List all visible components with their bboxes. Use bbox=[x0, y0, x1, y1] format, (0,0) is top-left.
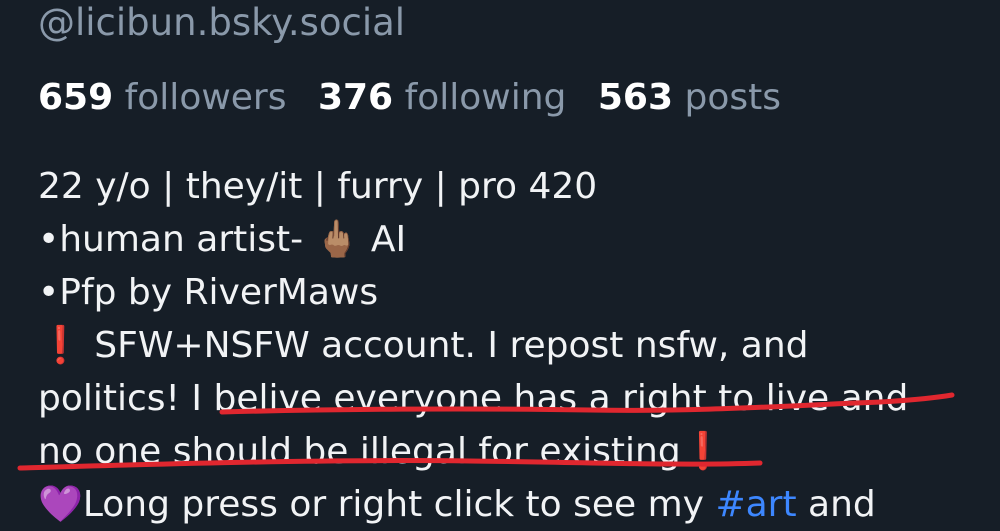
bio-line-4: ❗ SFW+NSFW account. I repost nsfw, and bbox=[38, 319, 988, 372]
posts-label: posts bbox=[684, 77, 781, 118]
bio-line-3: •Pfp by RiverMaws bbox=[38, 272, 379, 313]
bio-line-2-prefix: •human artist- bbox=[38, 219, 315, 260]
bio-line-2-suffix: AI bbox=[359, 219, 407, 260]
followers-count: 659 bbox=[38, 77, 114, 118]
posts-count: 563 bbox=[597, 77, 674, 118]
following-stat[interactable]: 376 following bbox=[318, 76, 566, 120]
bio-line-1: 22 y/o | they/it | furry | pro 420 bbox=[38, 166, 598, 207]
followers-stat[interactable]: 659 followers bbox=[38, 76, 287, 120]
bio-line-7: 💜Long press or right click to see my #ar… bbox=[38, 478, 988, 531]
profile-handle: @licibun.bsky.social bbox=[38, 1, 406, 44]
bio-line-2: •human artist- 🖕🏽 AI bbox=[38, 213, 988, 266]
art-hashtag-link[interactable]: #art bbox=[715, 484, 796, 525]
profile-bio: 22 y/o | they/it | furry | pro 420 •huma… bbox=[38, 160, 988, 531]
posts-stat: 563 posts bbox=[598, 76, 781, 120]
bio-line-5: politics! I belive everyone has a right … bbox=[38, 378, 909, 419]
following-count: 376 bbox=[317, 77, 394, 118]
exclamation-icon: ❗ bbox=[680, 431, 726, 472]
bio-line-7-suffix: and bbox=[796, 484, 876, 525]
followers-label: followers bbox=[124, 77, 287, 118]
purple-heart-icon: 💜 bbox=[38, 484, 83, 525]
exclamation-icon: ❗ bbox=[38, 325, 83, 366]
bio-line-4-text: SFW+NSFW account. I repost nsfw, and bbox=[94, 325, 809, 366]
bio-line-6-text: no one should be illegal for existing bbox=[38, 431, 681, 472]
following-label: following bbox=[404, 77, 567, 118]
middle-finger-emoji-icon: 🖕🏽 bbox=[314, 219, 360, 260]
bio-line-7-text: Long press or right click to see my bbox=[82, 484, 716, 525]
bio-line-6: no one should be illegal for existing❗ bbox=[38, 425, 988, 478]
profile-stats: 659 followers 376 following 563 posts bbox=[38, 76, 801, 120]
